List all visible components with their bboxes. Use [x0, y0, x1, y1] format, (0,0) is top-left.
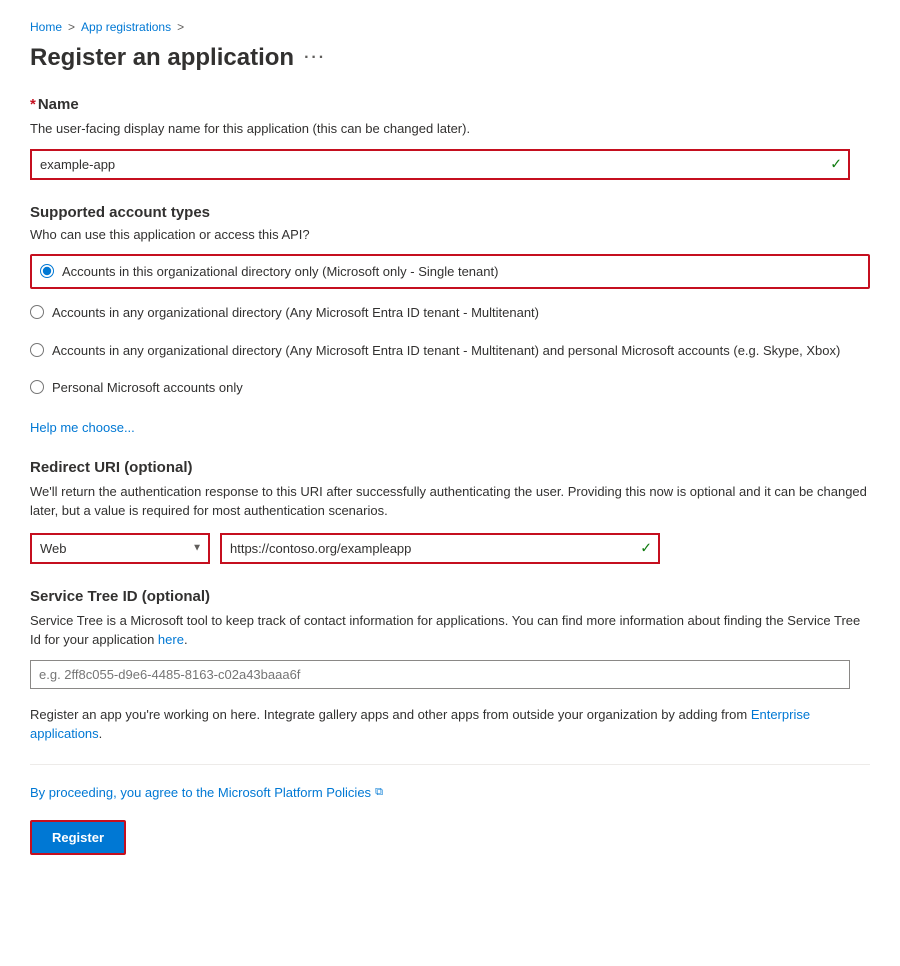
breadcrumb-app-registrations[interactable]: App registrations [81, 20, 171, 34]
breadcrumb-sep1: > [68, 20, 75, 34]
policy-text-label: By proceeding, you agree to the Microsof… [30, 785, 371, 800]
redirect-type-dropdown-wrapper: Web Single-page application (SPA) Public… [30, 533, 210, 564]
radio-option-3[interactable]: Accounts in any organizational directory… [30, 337, 870, 365]
page-title-row: Register an application ··· [30, 44, 870, 72]
radio-input-3[interactable] [30, 343, 44, 357]
uri-input-check: ✓ [640, 540, 652, 557]
service-tree-title: Service Tree ID (optional) [30, 588, 870, 605]
service-tree-desc-text1: Service Tree is a Microsoft tool to keep… [30, 613, 860, 648]
bottom-text-part1: Register an app you're working on here. … [30, 707, 747, 722]
service-tree-section: Service Tree ID (optional) Service Tree … [30, 588, 870, 689]
radio-option-1[interactable]: Accounts in this organizational director… [30, 254, 870, 290]
account-types-section: Supported account types Who can use this… [30, 204, 870, 435]
name-input[interactable] [30, 149, 850, 180]
service-tree-here-link[interactable]: here [158, 632, 184, 647]
radio-label-1: Accounts in this organizational director… [62, 262, 498, 282]
policy-row: By proceeding, you agree to the Microsof… [30, 785, 870, 800]
uri-input-wrapper: ✓ [220, 533, 660, 564]
register-button[interactable]: Register [30, 820, 126, 855]
redirect-uri-desc: We'll return the authentication response… [30, 482, 870, 521]
policy-link[interactable]: By proceeding, you agree to the Microsof… [30, 785, 870, 800]
help-me-choose-link[interactable]: Help me choose... [30, 420, 135, 435]
radio-label-2: Accounts in any organizational directory… [52, 303, 539, 323]
account-types-title: Supported account types [30, 204, 870, 221]
breadcrumb-home[interactable]: Home [30, 20, 62, 34]
radio-input-2[interactable] [30, 305, 44, 319]
radio-option-4[interactable]: Personal Microsoft accounts only [30, 374, 870, 402]
bottom-text: Register an app you're working on here. … [30, 705, 870, 744]
redirect-uri-input[interactable] [220, 533, 660, 564]
name-section-title: *Name [30, 96, 870, 113]
redirect-row: Web Single-page application (SPA) Public… [30, 533, 870, 564]
radio-label-3: Accounts in any organizational directory… [52, 341, 840, 361]
redirect-type-dropdown[interactable]: Web Single-page application (SPA) Public… [30, 533, 210, 564]
redirect-uri-section: Redirect URI (optional) We'll return the… [30, 459, 870, 564]
breadcrumb-sep2: > [177, 20, 184, 34]
breadcrumb: Home > App registrations > [30, 20, 870, 34]
radio-input-1[interactable] [40, 264, 54, 278]
name-section-desc: The user-facing display name for this ap… [30, 119, 870, 139]
name-input-check: ✓ [830, 156, 842, 173]
account-types-subtitle: Who can use this application or access t… [30, 227, 870, 242]
page-title: Register an application [30, 44, 294, 72]
name-section: *Name The user-facing display name for t… [30, 96, 870, 180]
ellipsis-menu[interactable]: ··· [304, 49, 326, 67]
required-star: * [30, 96, 36, 113]
service-tree-desc-text2: . [184, 632, 188, 647]
redirect-uri-title: Redirect URI (optional) [30, 459, 870, 476]
radio-input-4[interactable] [30, 380, 44, 394]
name-input-wrapper: ✓ [30, 149, 850, 180]
bottom-text-part2: . [99, 726, 103, 741]
radio-label-4: Personal Microsoft accounts only [52, 378, 243, 398]
external-link-icon: ⧉ [375, 786, 383, 799]
service-tree-input[interactable] [30, 660, 850, 689]
divider [30, 764, 870, 765]
service-tree-desc: Service Tree is a Microsoft tool to keep… [30, 611, 870, 650]
radio-option-2[interactable]: Accounts in any organizational directory… [30, 299, 870, 327]
